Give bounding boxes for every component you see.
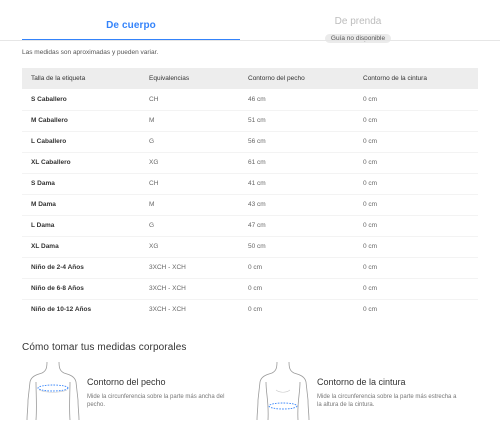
chest-cell: 0 cm <box>248 257 363 279</box>
table-row: S Dama CH 41 cm 0 cm <box>22 173 478 195</box>
tab-body-label: De cuerpo <box>106 20 156 31</box>
size-label-cell: M Dama <box>22 194 149 216</box>
column-header-size-label: Talla de la etiqueta <box>22 68 149 89</box>
equivalence-cell: CH <box>149 173 248 195</box>
size-label-cell: L Dama <box>22 215 149 237</box>
chest-cell: 61 cm <box>248 152 363 174</box>
measurements-disclaimer: Las medidas son aproximadas y pueden var… <box>22 49 159 56</box>
equivalence-cell: XG <box>149 152 248 174</box>
waist-cell: 0 cm <box>363 173 478 195</box>
size-label-cell: L Caballero <box>22 131 149 153</box>
equivalence-cell: G <box>149 215 248 237</box>
waist-cell: 0 cm <box>363 152 478 174</box>
how-to-measure-title: Cómo tomar tus medidas corporales <box>22 342 187 353</box>
equivalence-cell: M <box>149 194 248 216</box>
waist-cell: 0 cm <box>363 131 478 153</box>
column-header-chest: Contorno del pecho <box>248 68 363 89</box>
chest-cell: 51 cm <box>248 110 363 132</box>
chest-measure-description: Mide la circunferencia sobre la parte má… <box>87 394 225 408</box>
table-row: L Caballero G 56 cm 0 cm <box>22 131 478 153</box>
equivalence-cell: 3XCH - XCH <box>149 306 186 314</box>
waist-measure-guide: Contorno de la cintura Mide la circunfer… <box>252 360 478 442</box>
table-row: M Caballero M 51 cm 0 cm <box>22 110 478 132</box>
size-label-cell: Niño de 6-8 Años <box>22 278 149 300</box>
size-label-cell: XL Dama <box>22 236 149 258</box>
waist-cell: 0 cm <box>363 215 478 237</box>
size-chart-table: Talla de la etiqueta Equivalencias Conto… <box>22 68 478 320</box>
chest-cell: 0 cm <box>248 306 263 314</box>
size-label-cell: Niño de 10-12 Años <box>31 306 92 314</box>
torso-chest-measure-icon <box>26 361 80 420</box>
waist-measure-title: Contorno de la cintura <box>317 377 406 387</box>
chest-cell: 56 cm <box>248 131 363 153</box>
size-label-cell: Niño de 2-4 Años <box>22 257 149 279</box>
chest-cell: 43 cm <box>248 194 363 216</box>
tab-garment-label: De prenda <box>334 16 382 27</box>
waist-cell: 0 cm <box>363 236 478 258</box>
table-row: S Caballero CH 46 cm 0 cm <box>22 89 478 111</box>
chest-measure-guide: Contorno del pecho Mide la circunferenci… <box>22 360 242 442</box>
equivalence-cell: M <box>149 110 248 132</box>
size-label-cell: S Dama <box>22 173 149 195</box>
table-row: Niño de 6-8 Años 3XCH - XCH 0 cm 0 cm <box>22 278 478 300</box>
waist-cell: 0 cm <box>363 194 478 216</box>
table-row: XL Caballero XG 61 cm 0 cm <box>22 152 478 174</box>
waist-cell: 0 cm <box>363 110 478 132</box>
equivalence-cell: G <box>149 131 248 153</box>
chest-cell: 50 cm <box>248 236 363 258</box>
equivalence-cell: 3XCH - XCH <box>149 257 248 279</box>
waist-cell: 0 cm <box>363 306 378 314</box>
size-label-cell: S Caballero <box>22 89 149 111</box>
table-row: M Dama M 43 cm 0 cm <box>22 194 478 216</box>
tab-garment-measurements[interactable]: De prenda Guía no disponible <box>258 0 458 43</box>
guide-unavailable-badge: Guía no disponible <box>324 34 392 43</box>
chest-cell: 47 cm <box>248 215 363 237</box>
table-row: Niño de 2-4 Años 3XCH - XCH 0 cm 0 cm <box>22 257 478 279</box>
waist-measure-description: Mide la circunferencia sobre la parte má… <box>317 394 457 408</box>
tab-body-measurements[interactable]: De cuerpo <box>22 0 240 41</box>
equivalence-cell: XG <box>149 236 248 258</box>
equivalence-cell: CH <box>149 89 248 111</box>
waist-cell: 0 cm <box>363 89 478 111</box>
waist-cell: 0 cm <box>363 278 478 300</box>
waist-cell: 0 cm <box>363 257 478 279</box>
chest-measure-title: Contorno del pecho <box>87 377 166 387</box>
table-header-row: Talla de la etiqueta Equivalencias Conto… <box>22 68 478 89</box>
tabs-divider <box>0 40 500 41</box>
chest-cell: 41 cm <box>248 173 363 195</box>
measurement-tabs: De cuerpo De prenda Guía no disponible <box>0 0 500 43</box>
size-label-cell: M Caballero <box>22 110 149 132</box>
torso-waist-measure-icon <box>256 361 310 420</box>
chest-cell: 46 cm <box>248 89 363 111</box>
table-row: XL Dama XG 50 cm 0 cm <box>22 236 478 258</box>
column-header-equivalences: Equivalencias <box>149 68 248 89</box>
table-row: L Dama G 47 cm 0 cm <box>22 215 478 237</box>
equivalence-cell: 3XCH - XCH <box>149 278 248 300</box>
chest-cell: 0 cm <box>248 278 363 300</box>
column-header-waist: Contorno de la cintura <box>363 68 478 89</box>
size-label-cell: XL Caballero <box>22 152 149 174</box>
table-row: Niño de 10-12 Años 3XCH - XCH 0 cm 0 cm <box>22 299 478 320</box>
